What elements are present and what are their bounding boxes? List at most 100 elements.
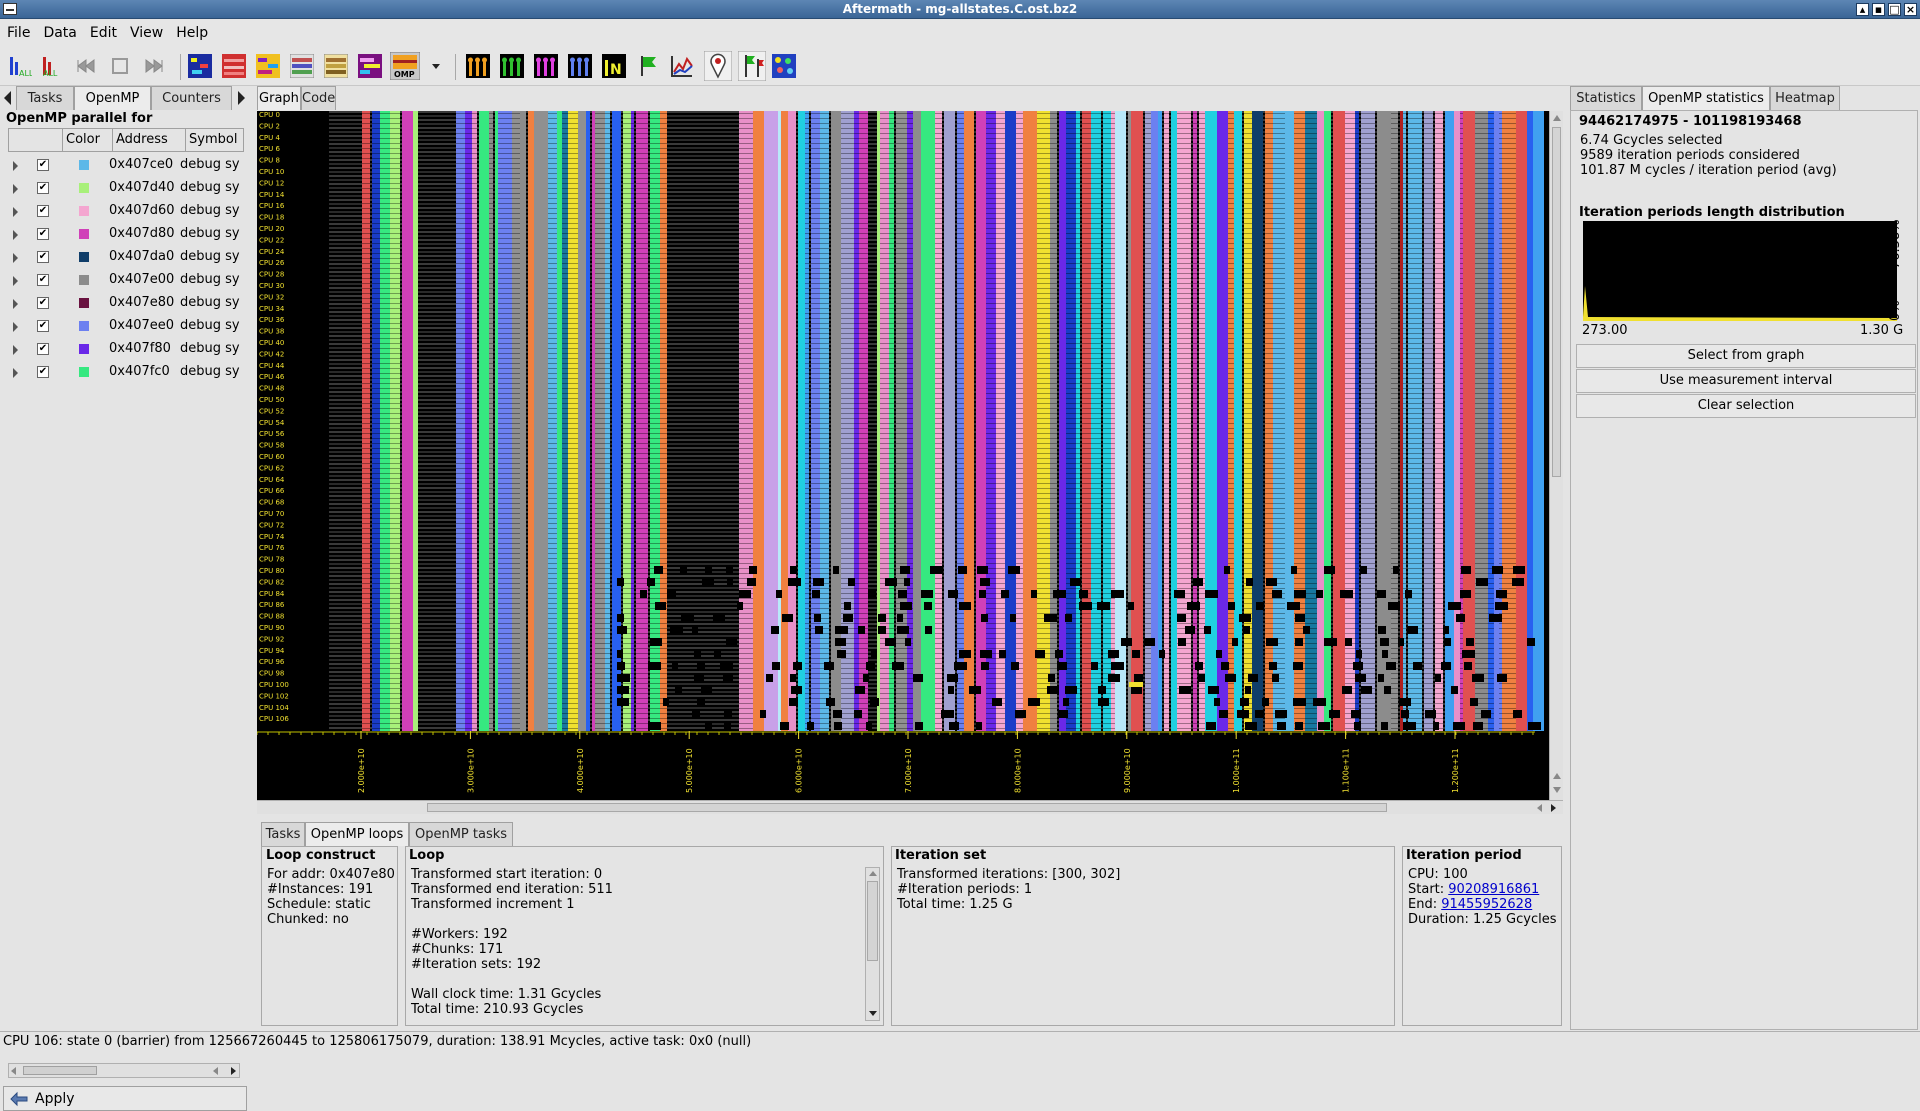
- loop-stripe[interactable]: [612, 111, 621, 731]
- steal-icon[interactable]: [568, 54, 592, 78]
- menu-help[interactable]: Help: [169, 20, 214, 41]
- measure-icon[interactable]: [704, 51, 732, 81]
- loop-stripe[interactable]: [479, 111, 489, 731]
- column-header-color[interactable]: Color: [63, 129, 113, 151]
- numa-read-icon[interactable]: [290, 54, 314, 78]
- loop-stripe[interactable]: [1005, 111, 1016, 731]
- close-button[interactable]: ×: [1904, 3, 1917, 16]
- table-row[interactable]: ✔0x407ce0debug sy: [8, 154, 244, 177]
- loop-stripe[interactable]: [578, 111, 586, 731]
- menu-data[interactable]: Data: [36, 20, 82, 41]
- loop-stripe[interactable]: [586, 111, 590, 731]
- row-checkbox[interactable]: ✔: [37, 343, 49, 355]
- derived-counter-icon[interactable]: [670, 54, 694, 78]
- column-header-address[interactable]: Address: [113, 129, 186, 151]
- row-checkbox[interactable]: ✔: [37, 251, 49, 263]
- loop-stripe[interactable]: [877, 111, 880, 731]
- loop-stripe[interactable]: [781, 111, 788, 731]
- loop-stripe[interactable]: [413, 111, 418, 731]
- loop-stripe[interactable]: [402, 111, 413, 731]
- column-header-symbol[interactable]: Symbol: [186, 129, 244, 151]
- row-checkbox[interactable]: ✔: [37, 297, 49, 309]
- minimize-button[interactable]: ▪: [1872, 3, 1885, 16]
- loop-stripe[interactable]: [764, 111, 778, 731]
- counters-icon[interactable]: [534, 54, 558, 78]
- apply-button[interactable]: Apply: [3, 1086, 247, 1111]
- column-header-expand[interactable]: [9, 129, 63, 151]
- task-length-icon[interactable]: N: [602, 54, 626, 78]
- tab-code[interactable]: Code: [301, 86, 336, 110]
- table-row[interactable]: ✔0x407e00debug sy: [8, 269, 244, 292]
- row-checkbox[interactable]: ✔: [37, 274, 49, 286]
- comm-icon[interactable]: [500, 54, 524, 78]
- loop-stripe[interactable]: [798, 111, 805, 731]
- expand-icon[interactable]: [13, 253, 18, 263]
- interval-icon[interactable]: [738, 51, 766, 81]
- table-row[interactable]: ✔0x407e80debug sy: [8, 292, 244, 315]
- tab-tasks[interactable]: Tasks: [16, 86, 74, 110]
- row-checkbox[interactable]: ✔: [37, 182, 49, 194]
- loop-stripe[interactable]: [534, 111, 548, 731]
- loop-stripe[interactable]: [976, 111, 986, 731]
- loop-stripe[interactable]: [964, 111, 974, 731]
- loop-stripe[interactable]: [528, 111, 534, 731]
- row-checkbox[interactable]: ✔: [37, 228, 49, 240]
- last-icon[interactable]: [142, 54, 166, 78]
- table-row[interactable]: ✔0x407da0debug sy: [8, 246, 244, 269]
- color-grid-icon[interactable]: [772, 54, 796, 78]
- expand-icon[interactable]: [13, 230, 18, 240]
- menu-view[interactable]: View: [123, 20, 169, 41]
- tab-counters[interactable]: Counters: [151, 86, 232, 110]
- expand-icon[interactable]: [13, 368, 18, 378]
- table-row[interactable]: ✔0x407d80debug sy: [8, 223, 244, 246]
- heatmap-mode-icon[interactable]: [222, 54, 246, 78]
- loop-stripe[interactable]: [592, 111, 595, 731]
- expand-icon[interactable]: [13, 345, 18, 355]
- expand-icon[interactable]: [13, 322, 18, 332]
- table-row[interactable]: ✔0x407d40debug sy: [8, 177, 244, 200]
- row-checkbox[interactable]: ✔: [37, 159, 49, 171]
- single-events-icon[interactable]: [466, 54, 490, 78]
- expand-icon[interactable]: [13, 161, 18, 171]
- row-checkbox[interactable]: ✔: [37, 205, 49, 217]
- omp-mode-icon[interactable]: OMP: [390, 52, 420, 80]
- table-row[interactable]: ✔0x407fc0debug sy: [8, 361, 244, 384]
- loop-stripe[interactable]: [921, 111, 935, 731]
- row-checkbox[interactable]: ✔: [37, 320, 49, 332]
- left-horizontal-scrollbar[interactable]: [8, 1063, 240, 1078]
- loop-stripe[interactable]: [495, 111, 498, 731]
- loop-stripe[interactable]: [1023, 111, 1037, 731]
- filter-all-icon[interactable]: ALL: [8, 54, 32, 78]
- expand-icon[interactable]: [13, 207, 18, 217]
- table-row[interactable]: ✔0x407ee0debug sy: [8, 315, 244, 338]
- filter-all-red-icon[interactable]: ALL: [41, 54, 65, 78]
- table-row[interactable]: ✔0x407f80debug sy: [8, 338, 244, 361]
- tab-scroll-left-icon[interactable]: [4, 91, 11, 105]
- numa-write-icon[interactable]: [324, 54, 348, 78]
- tab-graph[interactable]: Graph: [257, 86, 301, 110]
- expand-icon[interactable]: [13, 299, 18, 309]
- expand-icon[interactable]: [13, 184, 18, 194]
- loop-stripe[interactable]: [913, 111, 921, 731]
- tab-scroll-right-icon[interactable]: [238, 91, 245, 105]
- loop-stripe[interactable]: [557, 111, 562, 731]
- annotations-icon[interactable]: [636, 54, 660, 78]
- task-mode-icon[interactable]: [358, 54, 382, 78]
- expand-icon[interactable]: [13, 276, 18, 286]
- timeline-graph[interactable]: CPU 0CPU 2CPU 4CPU 6CPU 8CPU 10CPU 12CPU…: [257, 111, 1549, 801]
- loop-stripe[interactable]: [788, 111, 796, 731]
- dropdown-icon[interactable]: [428, 54, 444, 78]
- tab-openmp[interactable]: OpenMP: [74, 86, 151, 110]
- back-icon[interactable]: [108, 54, 132, 78]
- shade-button[interactable]: ▴: [1856, 3, 1869, 16]
- loop-stripe[interactable]: [753, 111, 764, 731]
- loop-stripe[interactable]: [520, 111, 526, 731]
- row-checkbox[interactable]: ✔: [37, 366, 49, 378]
- menu-edit[interactable]: Edit: [83, 20, 123, 41]
- table-row[interactable]: ✔0x407d60debug sy: [8, 200, 244, 223]
- maximize-button[interactable]: □: [1888, 3, 1901, 16]
- loop-stripe[interactable]: [944, 111, 955, 731]
- menu-file[interactable]: File: [0, 20, 36, 41]
- loop-stripe[interactable]: [778, 111, 781, 731]
- type-mode-icon[interactable]: [256, 54, 280, 78]
